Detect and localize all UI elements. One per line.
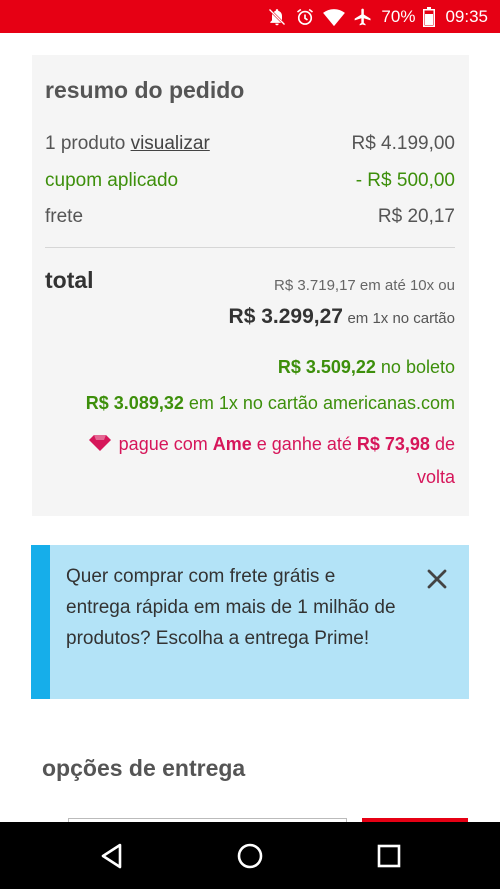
back-icon[interactable] xyxy=(96,840,128,872)
ame-cashback: pague com Ame e ganhe até R$ 73,98 de vo… xyxy=(55,428,455,493)
divider xyxy=(45,247,455,248)
prime-banner-text: Quer comprar com frete grátis e entrega … xyxy=(66,566,396,649)
ame-prefix: pague com xyxy=(118,434,208,454)
summary-title: resumo do pedido xyxy=(45,77,245,103)
shipping-row: frete R$ 20,17 xyxy=(45,206,455,228)
boleto-suffix: no boleto xyxy=(380,357,455,377)
cash-price: R$ 3.299,27 em 1x no cartão xyxy=(229,305,455,329)
battery-percent: 70% xyxy=(381,6,416,26)
navigation-bar xyxy=(0,822,500,889)
ame-gem-icon xyxy=(88,429,111,461)
total-label: total xyxy=(45,267,94,293)
product-row: 1 produto visualizar R$ 4.199,00 xyxy=(45,133,455,155)
product-count: 1 produto xyxy=(45,133,126,154)
status-bar: 70% 09:35 xyxy=(0,0,500,33)
home-icon[interactable] xyxy=(234,840,266,872)
status-icons: 70% 09:35 xyxy=(267,0,488,33)
battery-icon xyxy=(423,6,436,27)
delivery-options-title: opções de entrega xyxy=(42,755,246,781)
store-card-price: R$ 3.089,32 em 1x no cartão americanas.c… xyxy=(86,393,455,414)
prime-banner: Quer comprar com frete grátis e entrega … xyxy=(31,545,469,699)
store-card-amount: R$ 3.089,32 xyxy=(85,393,184,413)
order-summary-card: resumo do pedido 1 produto visualizar R$… xyxy=(32,55,469,516)
recent-apps-icon[interactable] xyxy=(373,840,405,872)
ame-middle: e ganhe até xyxy=(256,434,352,454)
coupon-value: - R$ 500,00 xyxy=(355,170,455,191)
coupon-row: cupom aplicado - R$ 500,00 xyxy=(45,170,455,192)
boleto-amount: R$ 3.509,22 xyxy=(277,357,376,377)
ame-brand: Ame xyxy=(212,434,252,454)
alarm-icon xyxy=(295,7,315,27)
clock: 09:35 xyxy=(445,6,488,26)
coupon-label: cupom aplicado xyxy=(45,170,179,191)
ame-amount: R$ 73,98 xyxy=(356,434,430,454)
installments-text: R$ 3.719,17 em até 10x ou xyxy=(274,277,455,294)
airplane-icon xyxy=(353,7,373,27)
close-icon[interactable] xyxy=(425,567,449,591)
wifi-icon xyxy=(323,7,346,27)
shipping-label: frete xyxy=(45,206,84,227)
shipping-value: R$ 20,17 xyxy=(377,206,455,227)
store-card-suffix: em 1x no cartão americanas.com xyxy=(188,393,455,413)
view-products-link[interactable]: visualizar xyxy=(131,133,210,154)
cash-amount: R$ 3.299,27 xyxy=(228,305,343,328)
notifications-off-icon xyxy=(267,7,287,27)
cash-suffix: em 1x no cartão xyxy=(347,310,455,327)
product-value: R$ 4.199,00 xyxy=(351,133,455,154)
boleto-price: R$ 3.509,22 no boleto xyxy=(278,357,455,378)
